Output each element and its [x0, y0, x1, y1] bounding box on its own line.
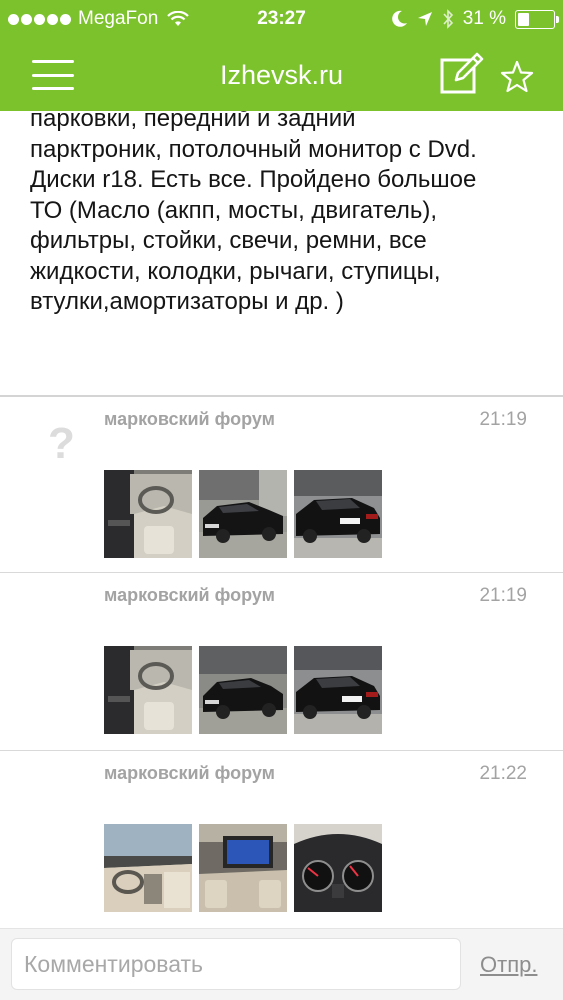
- post-text-line: ТО (Масло (акпп, мосты, двигатель),: [30, 196, 438, 224]
- comment-time: 21:19: [479, 409, 527, 430]
- app-header: MegaFon 23:27 31 % Izhevsk.ru: [0, 0, 563, 111]
- send-button[interactable]: Отпр.: [480, 952, 537, 978]
- battery-level-fill: [518, 12, 529, 26]
- comment-author[interactable]: марковский форум: [104, 585, 275, 606]
- battery-icon: [515, 9, 559, 29]
- instrument-cluster-photo[interactable]: [294, 824, 382, 912]
- comment-item: ? марковский форум 21:19: [0, 395, 563, 572]
- status-bar: MegaFon 23:27 31 %: [0, 0, 563, 38]
- comment-author[interactable]: марковский форум: [104, 763, 275, 784]
- moon-icon: [391, 10, 407, 27]
- battery-percent: 31 %: [462, 8, 506, 29]
- post-text-line: парктроник, потолочный монитор с Dvd.: [30, 135, 477, 163]
- location-arrow-icon: [417, 12, 432, 26]
- car-dashboard-photo[interactable]: [104, 824, 192, 912]
- comments-list: ? марковский форум 21:19 марковский фору…: [0, 395, 563, 930]
- comment-item: марковский форум 21:22: [0, 750, 563, 930]
- bluetooth-icon: [443, 9, 453, 29]
- post-text-line: фильтры, стойки, свечи, ремни, все: [30, 227, 427, 254]
- comment-photos: [104, 646, 382, 734]
- comment-author[interactable]: марковский форум: [104, 409, 275, 430]
- black-sedan-rear-photo[interactable]: [294, 470, 382, 558]
- comment-input[interactable]: [11, 938, 461, 990]
- post-text-line: Диски r18. Есть все. Пройдено большое: [30, 166, 477, 193]
- comment-bar: Отпр.: [0, 928, 563, 1000]
- comment-photos: [104, 824, 382, 912]
- car-interior-photo[interactable]: [104, 470, 192, 558]
- nav-bar: Izhevsk.ru: [0, 38, 563, 111]
- comment-time: 21:19: [479, 585, 527, 606]
- black-sedan-front-photo[interactable]: [199, 470, 287, 558]
- comment-photos: [104, 470, 382, 558]
- status-right: 31 %: [391, 8, 559, 30]
- black-sedan-front-photo[interactable]: [199, 646, 287, 734]
- unknown-avatar-icon: ?: [48, 419, 75, 468]
- post-description: парковки, передний и задний парктроник, …: [30, 104, 550, 318]
- post-text-line: втулки,амортизаторы и др. ): [30, 288, 344, 315]
- compose-icon[interactable]: [439, 52, 485, 96]
- post-text-line: жидкости, колодки, рычаги, ступицы,: [30, 257, 441, 285]
- comment-item: марковский форум 21:19: [0, 572, 563, 750]
- comment-time: 21:22: [479, 763, 527, 784]
- black-sedan-rear-photo[interactable]: [294, 646, 382, 734]
- ceiling-monitor-photo[interactable]: [199, 824, 287, 912]
- star-icon[interactable]: [500, 60, 534, 94]
- car-interior-photo[interactable]: [104, 646, 192, 734]
